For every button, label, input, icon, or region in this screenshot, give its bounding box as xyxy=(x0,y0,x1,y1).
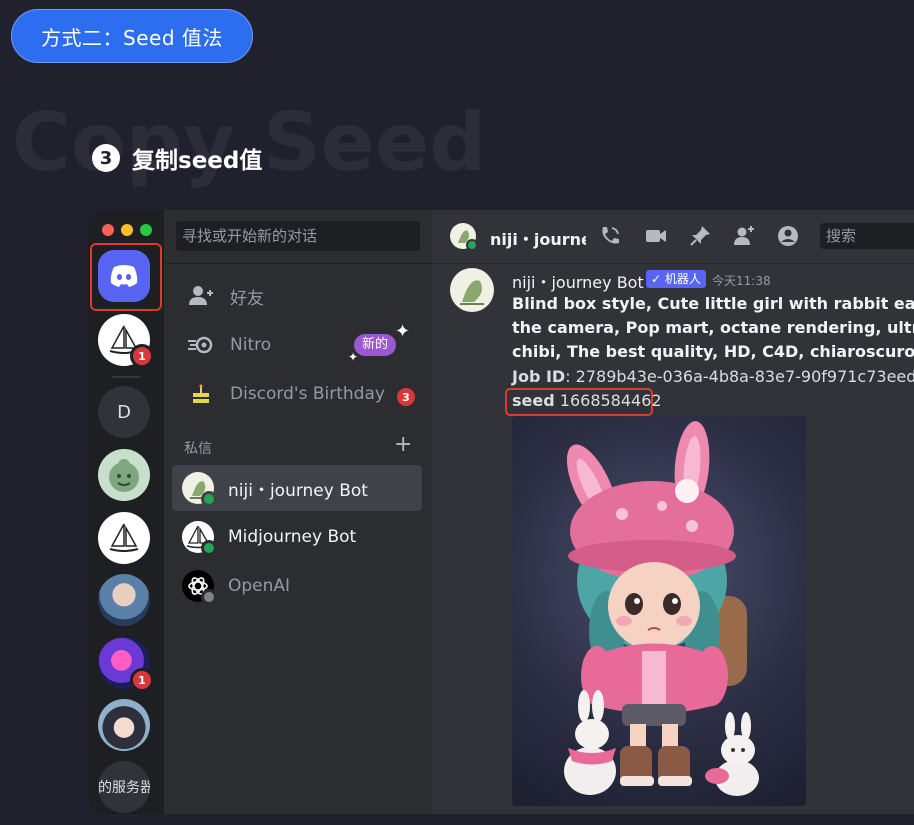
job-id-label: Job ID xyxy=(512,367,566,386)
prompt-line: chibi, The best quality, HD, C4D, chiaro… xyxy=(512,342,914,361)
cake-icon xyxy=(188,381,214,407)
dm-item-openai[interactable]: OpenAI xyxy=(172,563,422,609)
phone-icon[interactable] xyxy=(598,224,622,248)
green-mascot-icon xyxy=(109,459,139,492)
dm-label: OpenAI xyxy=(228,576,291,596)
maximize-window-icon[interactable] xyxy=(140,224,152,236)
add-member-icon[interactable] xyxy=(732,224,756,248)
close-window-icon[interactable] xyxy=(102,224,114,236)
birthday-badge: 3 xyxy=(394,385,418,409)
sidebar-item-friends[interactable]: 好友 xyxy=(188,276,264,316)
server-badge: 1 xyxy=(130,344,154,368)
server-sailboat[interactable] xyxy=(98,512,150,564)
chat-area: niji・journey 搜索 niji・journey Bot xyxy=(432,210,914,814)
video-icon[interactable] xyxy=(644,224,668,248)
openai-avatar xyxy=(182,570,217,605)
discord-home-button[interactable] xyxy=(98,250,150,302)
online-status-icon xyxy=(201,491,217,507)
minimize-window-icon[interactable] xyxy=(121,224,133,236)
nitro-icon xyxy=(188,332,214,358)
friends-icon xyxy=(188,283,214,309)
niji-avatar xyxy=(182,472,217,507)
server-rail: 1 D 1 的服务器 xyxy=(88,210,164,814)
server-green-avatar[interactable] xyxy=(98,449,150,501)
seed-value[interactable]: 1668584462 xyxy=(560,391,662,410)
sparkle-icon: ✦ xyxy=(348,350,359,364)
offline-status-icon xyxy=(201,589,217,605)
sparkle-icon: ✦ xyxy=(395,321,411,342)
dm-item-midjourney[interactable]: Midjourney Bot xyxy=(172,514,422,560)
seed-line: seed 1668584462 xyxy=(512,391,662,410)
message-author[interactable]: niji・journey Bot xyxy=(512,269,644,293)
prompt-line: the camera, Pop mart, octane rendering, … xyxy=(512,318,914,337)
rail-divider xyxy=(112,376,140,378)
server-anime-girl[interactable] xyxy=(98,699,150,751)
discord-window: 1 D 1 的服务器 寻找或开始新的对话 好友 Nitro 新的 ✦ ✦ Dis… xyxy=(88,210,914,814)
dm-label: niji・journey Bot xyxy=(228,480,368,501)
dm-label: Midjourney Bot xyxy=(228,527,357,547)
conversation-search-input[interactable]: 寻找或开始新的对话 xyxy=(176,221,420,251)
midjourney-avatar xyxy=(182,521,217,556)
channel-avatar xyxy=(450,223,478,251)
chibi-girl-illustration xyxy=(564,421,759,796)
dm-section-header: 私信 xyxy=(184,441,212,457)
prompt-line: Blind box style, Cute little girl with r… xyxy=(512,294,914,313)
sidebar-item-birthday[interactable]: Discord's Birthday xyxy=(188,374,385,414)
dm-item-niji[interactable]: niji・journey Bot xyxy=(172,465,422,511)
nav-label: 好友 xyxy=(230,288,264,309)
sailboat-icon xyxy=(109,523,139,552)
message-timestamp: 今天11:38 xyxy=(712,274,771,288)
online-status-icon xyxy=(201,540,217,556)
channel-title: niji・journey xyxy=(490,230,586,249)
seed-label: seed xyxy=(512,391,555,410)
bot-tag: ✓ 机器人 xyxy=(646,270,706,288)
nitro-new-badge: 新的 xyxy=(354,334,397,356)
channel-search-input[interactable]: 搜索 xyxy=(820,223,914,249)
step-number: 3 xyxy=(92,144,120,172)
nav-label: Nitro xyxy=(230,335,272,355)
server-badge: 1 xyxy=(130,668,154,692)
add-dm-button[interactable]: + xyxy=(394,432,412,457)
server-d[interactable]: D xyxy=(98,386,150,438)
step-label: 复制seed值 xyxy=(132,148,263,174)
method-two-button[interactable]: 方式二：Seed 值法 xyxy=(11,9,253,63)
generated-image[interactable] xyxy=(512,416,806,806)
nav-label: Discord's Birthday xyxy=(230,384,385,404)
pin-icon[interactable] xyxy=(688,224,712,248)
online-status-icon xyxy=(466,239,478,251)
chat-header: niji・journey 搜索 xyxy=(432,210,914,264)
dm-sidebar: 寻找或开始新的对话 好友 Nitro 新的 ✦ ✦ Discord's Birt… xyxy=(164,210,432,814)
sidebar-header-divider xyxy=(164,263,432,264)
job-id-value: : 2789b43e-036a-4b8a-83e7-90f971c73eed xyxy=(565,367,914,386)
server-folder[interactable]: 的服务器 xyxy=(98,761,150,813)
profile-icon[interactable] xyxy=(776,224,800,248)
message-author-avatar[interactable] xyxy=(450,268,494,312)
job-id-line: Job ID: 2789b43e-036a-4b8a-83e7-90f971c7… xyxy=(512,367,914,386)
server-anime-boy[interactable] xyxy=(98,574,150,626)
discord-logo-icon xyxy=(110,265,138,287)
sidebar-item-nitro[interactable]: Nitro xyxy=(188,325,271,365)
